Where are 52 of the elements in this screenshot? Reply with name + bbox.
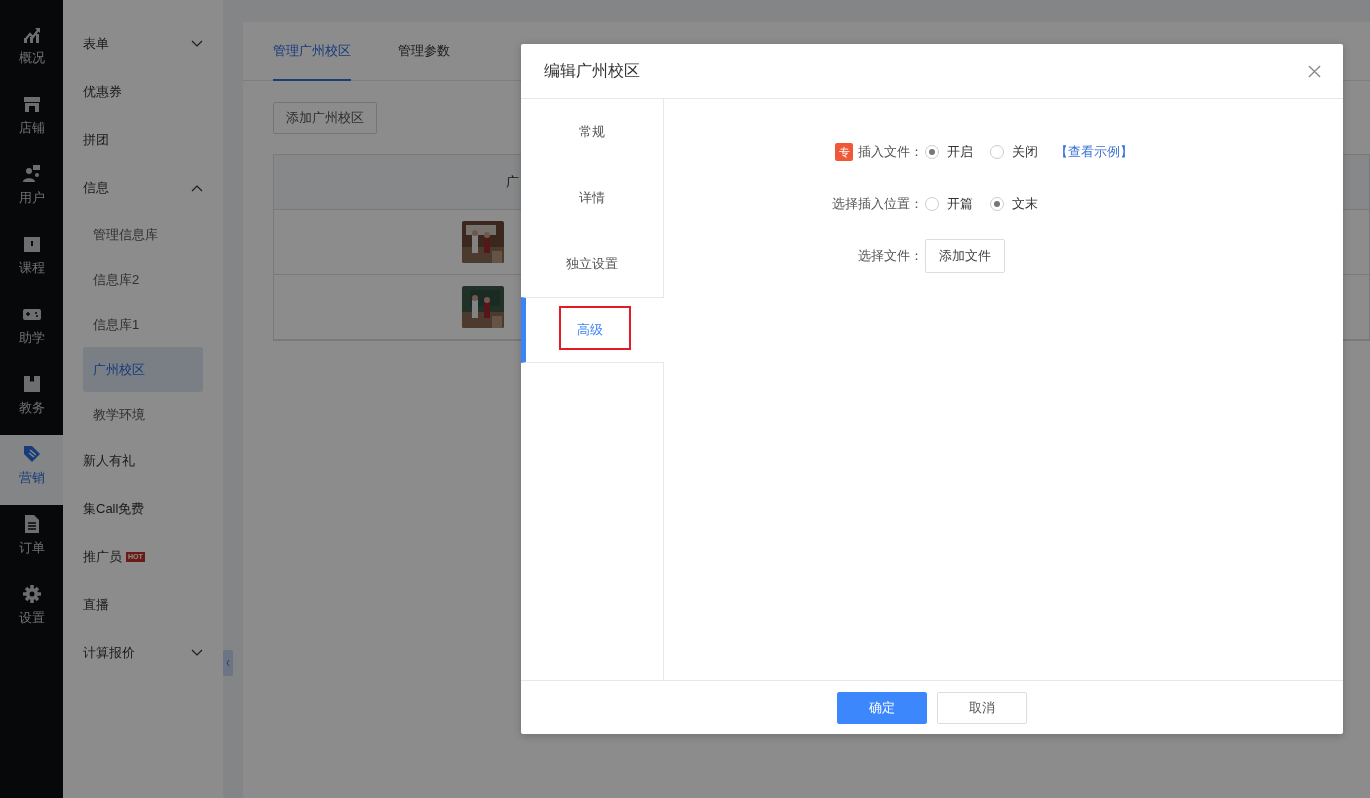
tab[interactable]: 详情 [521, 165, 664, 231]
close-icon[interactable] [1308, 64, 1321, 78]
users-icon [21, 163, 42, 184]
column-header: 广 [506, 173, 519, 191]
field-label: 选择插入位置： [832, 195, 923, 213]
submenu-item[interactable]: 教学环境 [83, 392, 203, 437]
gear-icon [21, 583, 42, 604]
radio-option[interactable]: 开启 [925, 143, 973, 161]
tab[interactable]: 常规 [521, 99, 664, 165]
nav-item[interactable]: 助学 [0, 295, 63, 365]
submenu-item[interactable]: 信息库1 [83, 302, 203, 347]
menu-item[interactable]: 信息 [83, 163, 203, 212]
cancel-button[interactable]: 取消 [937, 691, 1027, 724]
tab[interactable]: 管理广州校区 [273, 22, 351, 81]
menu-item[interactable]: 表单 [83, 19, 203, 68]
submenu-item[interactable]: 信息库2 [83, 257, 203, 302]
nav-item[interactable]: 设置 [0, 575, 63, 645]
confirm-button[interactable]: 确定 [837, 691, 927, 724]
nav-item[interactable]: 店铺 [0, 85, 63, 155]
highlight-box [559, 306, 631, 350]
radio-option[interactable]: 文末 [990, 195, 1038, 213]
box-icon [21, 373, 42, 394]
menu-item[interactable]: 拼团 [83, 115, 203, 164]
nav-item[interactable]: 营销 [0, 435, 63, 505]
nav-item[interactable]: 教务 [0, 365, 63, 435]
nav-item[interactable]: 概况 [0, 15, 63, 85]
tab[interactable]: 高级 [521, 297, 664, 363]
submenu-item[interactable]: 广州校区 [83, 347, 203, 392]
add-campus-button[interactable]: 添加广州校区 [273, 102, 377, 134]
menu-item[interactable]: 直播 [83, 580, 203, 629]
menu-item[interactable]: 新人有礼 [83, 436, 203, 485]
dialog-title: 编辑广州校区 [544, 60, 640, 81]
tag-icon [21, 443, 42, 464]
field-label: 选择文件： [858, 247, 923, 265]
menu-item[interactable]: 优惠券 [83, 67, 203, 116]
chevron-down-icon [191, 39, 203, 48]
tab[interactable]: 管理参数 [398, 22, 450, 81]
chevron-down-icon [191, 648, 203, 657]
pro-badge: 专 [835, 143, 853, 161]
submenu-item[interactable]: 管理信息库 [83, 212, 203, 257]
menu-item[interactable]: 集Call免费 [83, 484, 203, 533]
menu-item[interactable]: 计算报价 [83, 628, 203, 677]
radio-option[interactable]: 开篇 [925, 195, 973, 213]
nav-item[interactable]: 订单 [0, 505, 63, 575]
chevron-up-icon [191, 183, 203, 192]
radio-option[interactable]: 关闭 [990, 143, 1038, 161]
tab[interactable]: 独立设置 [521, 231, 664, 297]
field-label: 插入文件： [858, 143, 923, 161]
nav-item[interactable]: 课程 [0, 225, 63, 295]
add-file-button[interactable]: 添加文件 [925, 239, 1005, 273]
example-link[interactable]: 【查看示例】 [1055, 143, 1133, 161]
nav-item[interactable]: 用户 [0, 155, 63, 225]
